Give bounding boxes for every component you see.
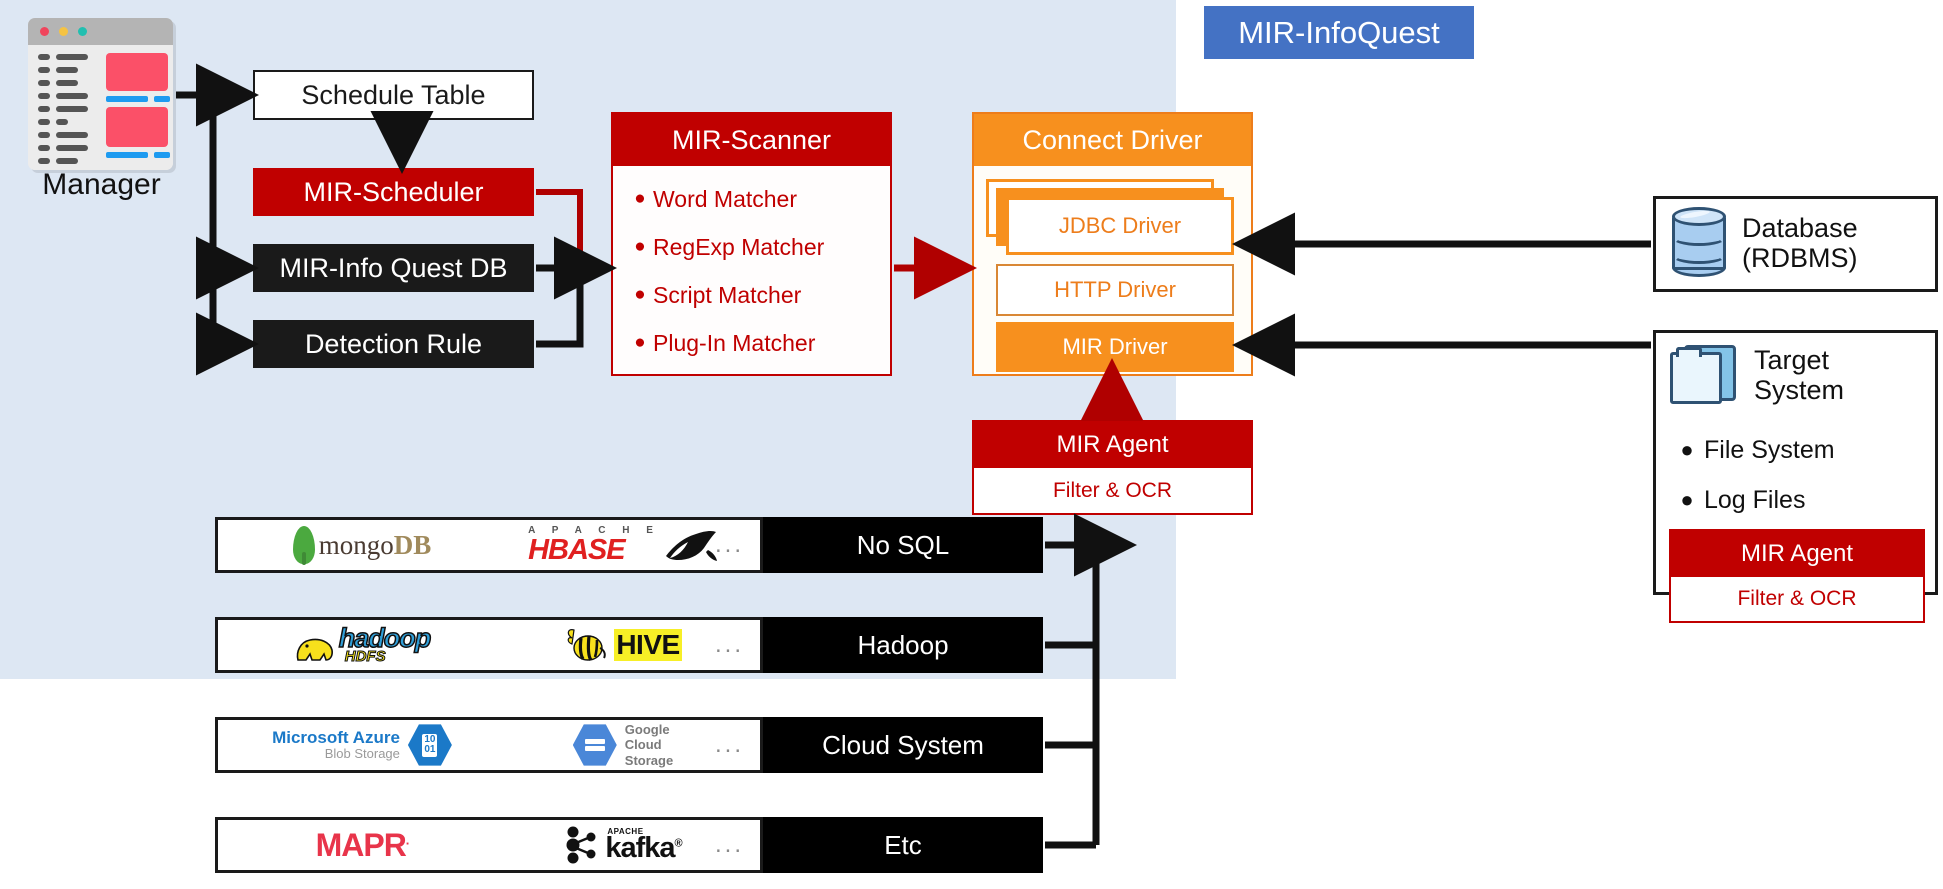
source-logo-strip-cloud: Microsoft Azure Blob Storage 10 01 Google… — [215, 717, 763, 773]
bee-icon — [567, 629, 607, 661]
mir-agent-card-target: MIR Agent Filter & OCR — [1669, 529, 1925, 623]
hadoop-sub-label: HDFS — [344, 648, 386, 666]
azure-label-2: Blob Storage — [324, 746, 400, 762]
list-item: ● Script Matcher — [627, 271, 890, 319]
overflow-dots[interactable]: ... — [715, 531, 744, 559]
database-cylinder-icon — [1670, 207, 1728, 279]
hbase-logo-icon: A P A C H E HBASE — [528, 525, 718, 566]
mir-scanner-title: MIR-Scanner — [613, 114, 890, 166]
azure-hex-icon: 10 01 — [407, 724, 452, 766]
mir-agent-title: MIR Agent — [974, 422, 1251, 468]
kafka-logo-icon: APACHE kafka® — [564, 825, 683, 865]
bullet-icon: ● — [1680, 487, 1694, 512]
connect-driver-card: Connect Driver JDBC Driver HTTP Driver M… — [972, 112, 1253, 376]
list-item: ● Plug-In Matcher — [627, 319, 890, 367]
mir-infoquest-title: MIR-InfoQuest — [1204, 6, 1474, 59]
gcs-label-1: Google — [624, 721, 670, 737]
mapr-label: MAPR — [315, 826, 407, 863]
source-logo-strip-hadoop: hadoop HDFS HIVE ... — [215, 617, 763, 673]
target-system-bullet-list: ● File System ● Log Files — [1670, 425, 1932, 525]
folders-icon — [1670, 345, 1736, 407]
source-category-cloud[interactable]: Cloud System — [763, 717, 1043, 773]
list-item: ● Log Files — [1670, 475, 1932, 525]
connect-driver-title: Connect Driver — [974, 114, 1251, 166]
bullet-label: File System — [1704, 435, 1835, 464]
hadoop-main-label: hadoop — [338, 623, 432, 654]
overflow-dots[interactable]: ... — [715, 731, 744, 759]
mapr-dot: . — [405, 831, 410, 847]
database-label-line2: (RDBMS) — [1742, 243, 1858, 273]
mir-scanner-matcher-list: ● Word Matcher ● RegExp Matcher ● Script… — [613, 166, 890, 374]
mir-agent-title: MIR Agent — [1671, 531, 1923, 577]
source-logo-strip-etc: MAPR. APACHE kafka® ... — [215, 817, 763, 873]
target-system-title-line1: Target — [1754, 345, 1830, 376]
manager-browser-window-icon — [28, 18, 173, 170]
source-logo-strip-nosql: mongoDB A P A C H E HBASE ... — [215, 517, 763, 573]
mir-scanner-card: MIR-Scanner ● Word Matcher ● RegExp Matc… — [611, 112, 892, 376]
matcher-label: RegExp Matcher — [653, 233, 825, 260]
target-system-title-line2: System — [1754, 375, 1845, 405]
target-system-card: Target System ● File System ● Log Files … — [1653, 330, 1938, 623]
manager-label: Manager — [42, 168, 161, 201]
hive-logo-icon: HIVE — [564, 626, 682, 664]
detection-rule-box[interactable]: Detection Rule — [253, 320, 534, 368]
elephant-icon — [296, 638, 333, 661]
google-cloud-storage-logo-icon: Google Cloud Storage — [572, 721, 674, 769]
matcher-label: Script Matcher — [653, 281, 802, 308]
mapr-logo-icon: MAPR. — [315, 826, 410, 864]
mongodb-label-1: mongo — [318, 529, 394, 560]
bullet-icon: ● — [634, 284, 646, 305]
bullet-icon: ● — [1680, 437, 1694, 462]
jdbc-driver-box[interactable]: JDBC Driver — [1006, 197, 1234, 255]
list-item: ● File System — [1670, 425, 1932, 475]
bullet-label: Log Files — [1704, 485, 1806, 514]
list-item: ● Word Matcher — [627, 175, 890, 223]
kafka-nodes-icon — [566, 826, 596, 864]
mongodb-label-2: DB — [393, 529, 432, 560]
bullet-icon: ● — [634, 188, 646, 209]
hadoop-logo-icon: hadoop HDFS — [294, 623, 432, 666]
mir-scheduler-box[interactable]: MIR-Scheduler — [253, 168, 534, 216]
bullet-icon: ● — [634, 332, 646, 353]
matcher-label: Word Matcher — [653, 185, 798, 212]
hbase-main-label: HBASE — [528, 533, 626, 566]
hive-main-label: HIVE — [614, 629, 682, 661]
azure-blob-storage-logo-icon: Microsoft Azure Blob Storage 10 01 — [272, 723, 452, 767]
mongodb-logo-icon: mongoDB — [292, 526, 432, 565]
source-category-hadoop[interactable]: Hadoop — [763, 617, 1043, 673]
kafka-main-label: kafka — [605, 832, 675, 865]
source-category-nosql[interactable]: No SQL — [763, 517, 1043, 573]
overflow-dots[interactable]: ... — [715, 631, 744, 659]
mir-agent-subtitle: Filter & OCR — [1737, 587, 1857, 610]
mir-agent-card-panel: MIR Agent Filter & OCR — [972, 420, 1253, 515]
gcs-label-2: Cloud — [624, 737, 662, 753]
database-card: Database (RDBMS) — [1653, 196, 1938, 292]
matcher-label: Plug-In Matcher — [653, 329, 816, 356]
database-label-line1: Database — [1742, 212, 1858, 243]
kafka-reg-mark: ® — [674, 837, 683, 850]
schedule-table-box[interactable]: Schedule Table — [253, 70, 534, 120]
orca-whale-icon — [665, 530, 717, 561]
mir-infoquest-db-box[interactable]: MIR-Info Quest DB — [253, 244, 534, 292]
list-item: ● RegExp Matcher — [627, 223, 890, 271]
mir-agent-subtitle: Filter & OCR — [1052, 478, 1172, 502]
azure-label-1: Microsoft Azure — [272, 728, 400, 748]
http-driver-box[interactable]: HTTP Driver — [996, 264, 1234, 316]
bullet-icon: ● — [634, 236, 646, 257]
gcs-label-3: Storage — [624, 752, 674, 768]
source-category-etc[interactable]: Etc — [763, 817, 1043, 873]
mir-driver-box[interactable]: MIR Driver — [996, 322, 1234, 372]
gcs-hex-icon — [572, 724, 617, 766]
overflow-dots[interactable]: ... — [715, 831, 744, 859]
